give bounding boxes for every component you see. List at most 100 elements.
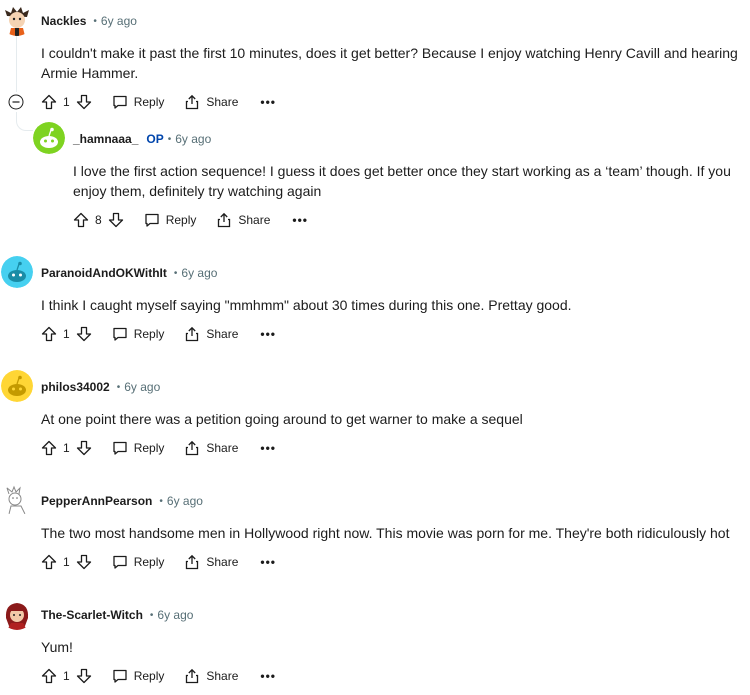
comment-text-line: I think I caught myself saying "mmhmm" a… [41, 297, 572, 313]
reply-icon [113, 95, 127, 109]
share-label: Share [206, 555, 239, 569]
avatar[interactable] [1, 484, 33, 516]
avatar[interactable] [1, 256, 33, 288]
op-badge: OP [146, 132, 164, 146]
comment-text-line: The two most handsome men in Hollywood r… [41, 525, 730, 541]
reply-button[interactable]: Reply [112, 554, 165, 570]
comment-actions: 1 Reply Share ••• [41, 550, 276, 574]
comment-body: At one point there was a petition going … [41, 409, 523, 429]
comment-body: I love the first action sequence! I gues… [73, 161, 731, 201]
comment-actions: 1 Reply Share ••• [41, 90, 276, 114]
separator-dot: • [116, 381, 121, 393]
downvote-icon[interactable] [76, 94, 92, 110]
downvote-icon[interactable] [76, 440, 92, 456]
share-button[interactable]: Share [184, 440, 238, 456]
share-label: Share [206, 441, 239, 455]
separator-dot: • [167, 133, 172, 145]
vote-count: 1 [63, 95, 70, 109]
share-button[interactable]: Share [184, 326, 238, 342]
more-options-button[interactable]: ••• [292, 213, 308, 227]
vote-count: 1 [63, 669, 70, 683]
reply-label: Reply [133, 555, 165, 569]
vote-count: 1 [63, 327, 70, 341]
share-icon [186, 326, 199, 342]
comment-author[interactable]: philos34002 [41, 380, 110, 394]
avatar-snoo-icon [1, 370, 33, 402]
comment-author[interactable]: The-Scarlet-Witch [41, 608, 143, 622]
reply-button[interactable]: Reply [144, 212, 197, 228]
comment-actions: 1 Reply Share ••• [41, 436, 276, 460]
more-options-button[interactable]: ••• [260, 669, 276, 683]
reply-label: Reply [133, 327, 165, 341]
reply-icon [113, 669, 127, 683]
vote-count: 8 [95, 213, 102, 227]
avatar[interactable] [33, 122, 65, 154]
comment-time[interactable]: 6y ago [181, 266, 217, 280]
reply-button[interactable]: Reply [112, 326, 165, 342]
share-icon [186, 440, 199, 456]
share-button[interactable]: Share [184, 554, 238, 570]
share-icon [218, 212, 231, 228]
reply-label: Reply [165, 213, 197, 227]
comment-author[interactable]: ParanoidAndOKWithIt [41, 266, 167, 280]
reply-icon [145, 213, 159, 227]
thread-line [16, 36, 17, 92]
avatar[interactable] [1, 4, 33, 36]
reply-thread-connector [16, 112, 33, 131]
comment-author[interactable]: Nackles [41, 14, 86, 28]
share-label: Share [206, 669, 239, 683]
comment-text-line: enjoy them, definitely try watching agai… [73, 183, 322, 199]
comment-text-line: I love the first action sequence! I gues… [73, 163, 731, 179]
upvote-icon[interactable] [41, 94, 57, 110]
upvote-icon[interactable] [41, 326, 57, 342]
downvote-icon[interactable] [108, 212, 124, 228]
more-options-button[interactable]: ••• [260, 327, 276, 341]
comment-text-line: Armie Hammer. [41, 65, 139, 81]
reply-icon [113, 555, 127, 569]
comment-body: I couldn't make it past the first 10 min… [41, 43, 738, 83]
more-options-button[interactable]: ••• [260, 441, 276, 455]
comment-time[interactable]: 6y ago [175, 132, 211, 146]
reply-button[interactable]: Reply [112, 94, 165, 110]
comment-body: Yum! [41, 637, 73, 657]
comment-author[interactable]: _hamnaaa_ [73, 132, 138, 146]
upvote-icon[interactable] [41, 554, 57, 570]
downvote-icon[interactable] [76, 554, 92, 570]
separator-dot: • [159, 495, 163, 507]
reply-button[interactable]: Reply [112, 440, 164, 456]
reply-label: Reply [133, 95, 165, 109]
downvote-icon[interactable] [76, 326, 92, 342]
more-options-button[interactable]: ••• [260, 95, 276, 109]
share-button[interactable]: Share [184, 668, 238, 684]
share-icon [186, 94, 199, 110]
share-icon [186, 668, 199, 684]
share-button[interactable]: Share [184, 94, 238, 110]
vote-count: 1 [63, 441, 70, 455]
comment-author[interactable]: PepperAnnPearson [41, 494, 152, 508]
avatar[interactable] [1, 370, 33, 402]
upvote-icon[interactable] [41, 440, 57, 456]
more-options-button[interactable]: ••• [260, 555, 276, 569]
share-button[interactable]: Share [216, 212, 270, 228]
downvote-icon[interactable] [76, 668, 92, 684]
upvote-icon[interactable] [73, 212, 89, 228]
comment-text-line: I couldn't make it past the first 10 min… [41, 45, 738, 61]
avatar-scarlet-witch-icon [1, 598, 33, 630]
vote-count: 1 [63, 555, 70, 569]
avatar-nackles-icon [1, 4, 33, 36]
collapse-thread-icon[interactable] [8, 94, 24, 110]
upvote-icon[interactable] [41, 668, 57, 684]
comment-time[interactable]: 6y ago [101, 14, 137, 28]
avatar-sketch-icon [1, 484, 33, 516]
avatar-snoo-icon [33, 122, 65, 154]
share-icon [186, 554, 199, 570]
separator-dot: • [149, 609, 154, 621]
comment-time[interactable]: 6y ago [124, 380, 160, 394]
comment-time[interactable]: 6y ago [157, 608, 193, 622]
avatar[interactable] [1, 598, 33, 630]
comment-body: The two most handsome men in Hollywood r… [41, 523, 729, 543]
comment-time[interactable]: 6y ago [167, 494, 203, 508]
comment-text-line: Yum! [41, 639, 73, 655]
comment-text-line: At one point there was a petition going … [41, 411, 523, 427]
reply-button[interactable]: Reply [112, 668, 164, 684]
